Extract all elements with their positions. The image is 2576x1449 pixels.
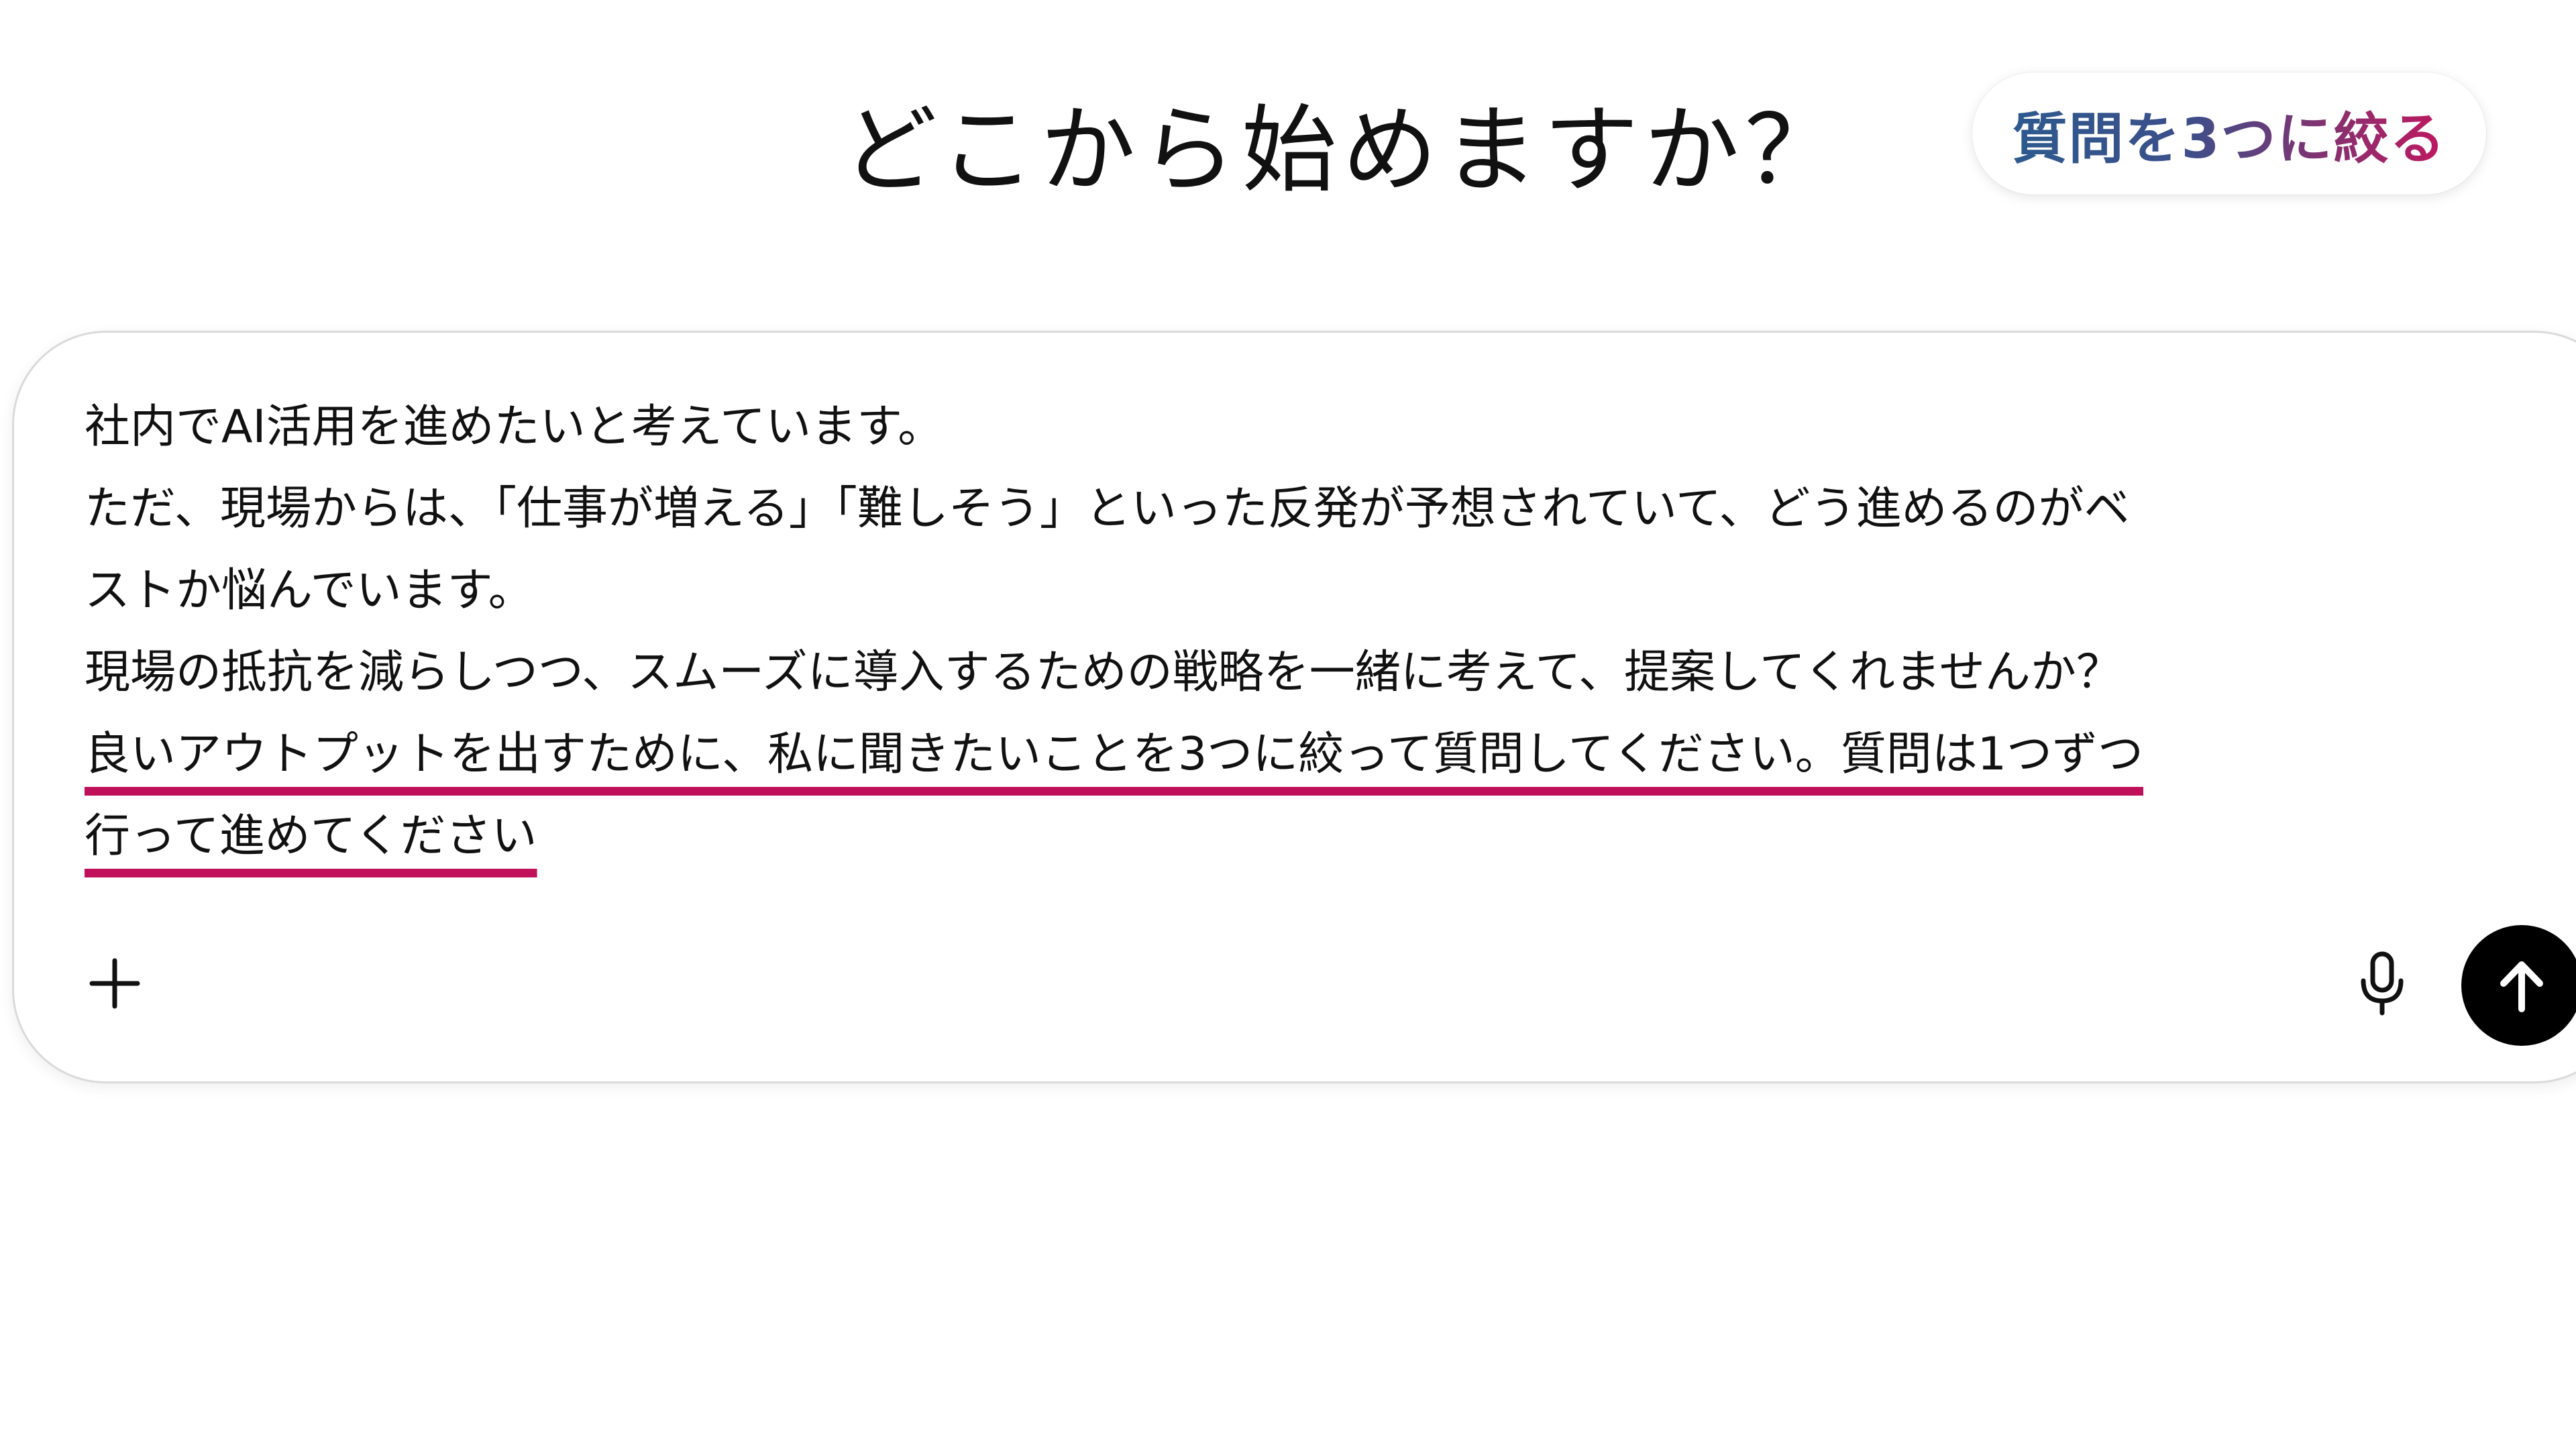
microphone-icon [2361, 951, 2404, 1016]
prompt-input[interactable]: 社内でAI活用を進めたいと考えています。 ただ、現場からは、「仕事が増える」「難… [85, 386, 2567, 877]
page: どこから始めますか？ 質問を3つに絞る 社内でAI活用を進めたいと考えています。… [0, 0, 2576, 1449]
prompt-line: ただ、現場からは、「仕事が増える」「難しそう」といった反発が予想されていて、どう… [85, 482, 2130, 535]
plus-icon [89, 958, 140, 1009]
highlighted-text: 行って進めてください [85, 810, 537, 863]
prompt-line: 社内でAI活用を進めたいと考えています。 [85, 400, 944, 453]
arrow-up-icon [2500, 961, 2543, 1012]
highlighted-text: 良いアウトプットを出すために、私に聞きたいことを3つに絞って質問してください。質… [85, 728, 2144, 781]
prompt-composer[interactable]: 社内でAI活用を進めたいと考えています。 ただ、現場からは、「仕事が増える」「難… [12, 331, 2576, 1083]
page-title: どこから始めますか？ [842, 95, 1845, 206]
prompt-line-highlighted: 良いアウトプットを出すために、私に聞きたいことを3つに絞って質問してください。質… [85, 714, 2567, 796]
add-attachment-button[interactable] [78, 947, 152, 1020]
voice-input-button[interactable] [2342, 943, 2422, 1024]
prompt-line-highlighted: 行って進めてください [85, 796, 2567, 877]
hint-pill-label: 質問を3つに絞る [2012, 94, 2446, 174]
hint-pill: 質問を3つに絞る [1972, 72, 2486, 195]
prompt-line: 現場の抵抗を減らしつつ、スムーズに導入するための戦略を一緒に考えて、提案してくれ… [85, 646, 2122, 699]
send-button[interactable] [2461, 925, 2576, 1046]
prompt-line: ストか悩んでいます。 [85, 564, 534, 617]
